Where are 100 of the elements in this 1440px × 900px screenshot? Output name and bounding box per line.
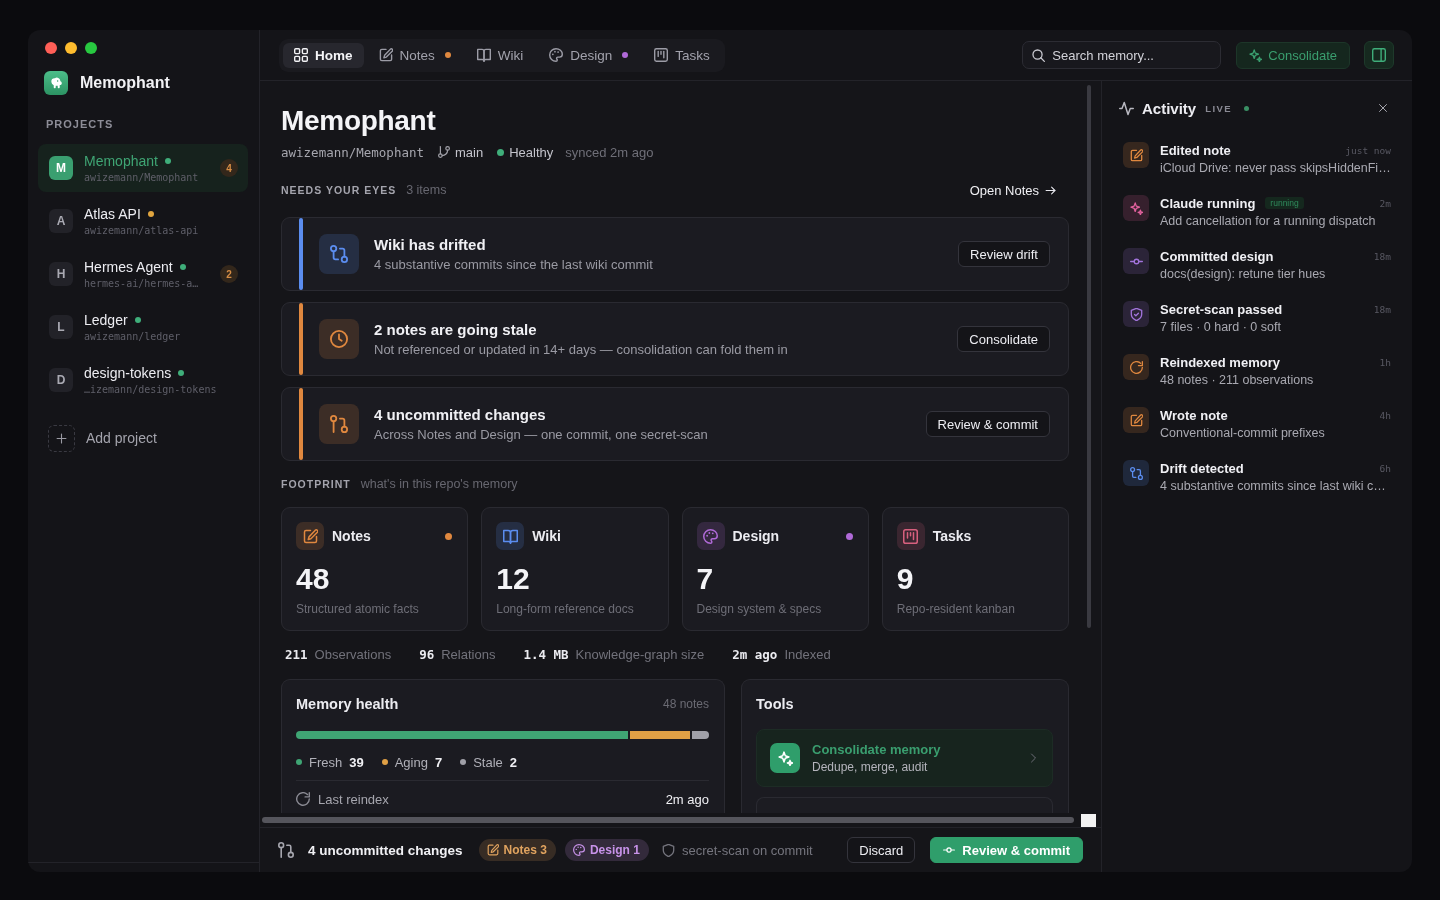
nav-tab[interactable]: Design (538, 42, 640, 68)
activity-detail: 7 files · 0 hard · 0 soft (1160, 319, 1281, 336)
grid-icon (294, 48, 308, 62)
plus-icon (48, 424, 75, 452)
nav-tab[interactable]: Tasks (643, 42, 721, 68)
activity-title: Wrote note (1160, 407, 1228, 423)
stat-label: Indexed (784, 646, 831, 662)
activity-time: 2m (1379, 197, 1391, 209)
project-name: design-tokens (84, 363, 172, 382)
kanban-icon (654, 48, 669, 62)
footprint-card[interactable]: Wiki 12 Long-form reference docs (481, 507, 669, 631)
project-item[interactable]: D design-tokens …izemann/design-tokens (38, 356, 248, 404)
nav-tab[interactable]: Notes (367, 42, 462, 68)
stat-value: 211 (285, 646, 308, 662)
activity-detail: 4 substantive commits since last wiki c… (1160, 478, 1386, 495)
count-value: 9 (896, 561, 914, 597)
change-chip[interactable]: Design 1 (564, 839, 649, 861)
project-avatar: M (49, 156, 73, 180)
close-icon (1378, 103, 1388, 113)
minimize-window-button[interactable] (65, 42, 77, 54)
card-description: Structured atomic facts (296, 601, 419, 617)
add-project-button[interactable]: Add project (48, 424, 157, 452)
attention-title: 2 notes are going stale (374, 319, 538, 340)
card-label: Wiki (532, 528, 562, 544)
project-name: Hermes Agent (84, 257, 173, 276)
attention-detail: 4 substantive commits since the last wiki commit (374, 255, 654, 274)
activity-time: 1h (1379, 356, 1391, 368)
nav-tab[interactable]: Home (283, 42, 364, 68)
close-button[interactable] (1378, 103, 1388, 113)
consolidate-button[interactable]: Consolidate (1236, 41, 1350, 69)
card-label: Tasks (932, 528, 973, 544)
kanban-icon (896, 522, 925, 550)
project-repo: …izemann/design-tokens (84, 382, 217, 397)
sync-time: synced 2m ago (565, 144, 654, 160)
scrollbar-thumb[interactable] (1087, 85, 1091, 628)
panel-toggle-button[interactable] (1364, 41, 1394, 69)
commit-icon (1123, 248, 1149, 274)
health-status: Healthy (509, 144, 554, 160)
logo-icon (44, 71, 68, 95)
tool-item[interactable]: Consolidate memory Dedupe, merge, audit (756, 729, 1053, 787)
shield-icon (661, 843, 675, 857)
nav-tab[interactable]: Wiki (465, 42, 535, 68)
footprint-card[interactable]: Notes 48 Structured atomic facts (281, 507, 469, 631)
action-button[interactable]: Review & commit (925, 411, 1050, 437)
section-heading: NEEDS YOUR EYES (281, 184, 397, 196)
note-icon (1123, 142, 1149, 168)
card-label: Notes (332, 528, 372, 544)
card-title: Tools (756, 696, 795, 712)
legend-value: 39 (349, 754, 364, 770)
card-title: Memory health (296, 696, 400, 712)
pull-request-icon (278, 842, 294, 858)
status-badge: running (1265, 197, 1304, 209)
pulse-icon (1119, 100, 1134, 116)
action-button[interactable]: Consolidate (957, 326, 1050, 352)
app-name: Memophant (80, 74, 170, 92)
project-item[interactable]: M Memophant awizemann/Memophant 4 (38, 144, 248, 192)
project-repo: awizemann/atlas-api (84, 223, 199, 238)
stat-value: 2m ago (732, 646, 778, 662)
open-notes-link[interactable]: Open Notes (969, 182, 1056, 198)
branch-name: main (455, 144, 484, 160)
project-name: Atlas API (84, 204, 141, 223)
attention-title: 4 uncommitted changes (374, 404, 547, 425)
activity-title: Reindexed memory (1160, 354, 1280, 370)
count-badge: 2 (220, 265, 238, 283)
count-value: 12 (496, 561, 530, 597)
zoom-window-button[interactable] (85, 42, 97, 54)
activity-detail: iCloud Drive: never pass skipsHiddenFi… (1160, 160, 1391, 177)
card-description: Long-form reference docs (496, 601, 634, 617)
scrollbar-corner (1081, 813, 1096, 827)
activity-title: Edited note (1160, 142, 1231, 158)
palette-icon (549, 48, 564, 62)
legend-value: 7 (434, 754, 443, 770)
section-heading: FOOTPRINT (281, 478, 351, 490)
discard-button[interactable]: Discard (847, 837, 916, 863)
project-item[interactable]: H Hermes Agent hermes-ai/hermes-a… 2 (38, 250, 248, 298)
search-icon (1032, 48, 1046, 62)
project-avatar: D (49, 368, 73, 392)
section-caption: what's in this repo's memory (360, 477, 518, 491)
project-item[interactable]: A Atlas API awizemann/atlas-api (38, 197, 248, 245)
scrollbar-thumb[interactable] (262, 817, 1074, 823)
pull-request-icon (319, 404, 359, 444)
reindex-label: Last reindex (318, 791, 390, 807)
close-window-button[interactable] (45, 42, 57, 54)
project-name: Memophant (84, 151, 158, 170)
refresh-icon (296, 792, 310, 806)
project-item[interactable]: L Ledger awizemann/ledger (38, 303, 248, 351)
commit-icon (943, 844, 956, 856)
count-value: 7 (696, 561, 714, 597)
action-button[interactable]: Review drift (958, 241, 1050, 267)
attention-detail: Not referenced or updated in 14+ days — consolidation can fold them in (374, 340, 789, 359)
section-heading: PROJECTS (46, 117, 114, 132)
change-chip[interactable]: Notes 3 (478, 839, 556, 861)
clock-icon (319, 319, 359, 359)
sparkle-icon (770, 743, 800, 773)
count-badge: 4 (220, 159, 238, 177)
footprint-card[interactable]: Tasks 9 Repo-resident kanban (881, 507, 1069, 631)
activity-title: Drift detected (1160, 460, 1244, 476)
branch-icon (438, 146, 450, 158)
footprint-card[interactable]: Design 7 Design system & specs (681, 507, 869, 631)
search-field[interactable]: Search memory... (1022, 41, 1222, 69)
